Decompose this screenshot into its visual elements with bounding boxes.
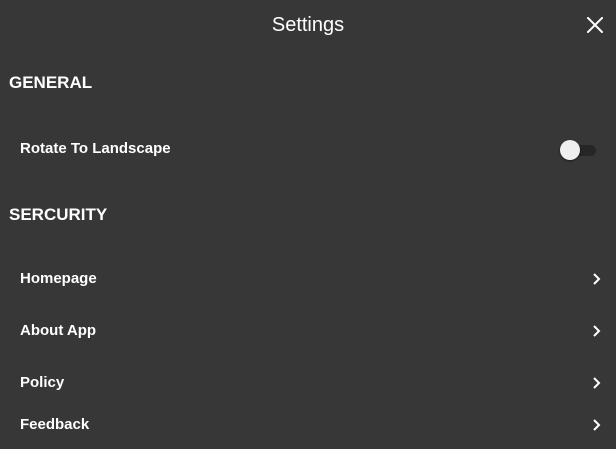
settings-item-label: Feedback (20, 416, 90, 433)
close-button[interactable] (582, 12, 608, 38)
settings-item-label: Policy (20, 374, 65, 391)
page-title: Settings (271, 14, 345, 36)
rotate-landscape-row: Rotate To Landscape (0, 125, 616, 173)
close-icon (587, 17, 603, 33)
rotate-landscape-label: Rotate To Landscape (20, 140, 171, 157)
section-title-general: GENERAL (9, 73, 93, 92)
rotate-landscape-toggle[interactable] (560, 139, 596, 161)
header-bar: Settings (0, 0, 616, 52)
chevron-right-icon (593, 419, 601, 431)
chevron-right-icon (593, 377, 601, 389)
chevron-right-icon (593, 325, 601, 337)
settings-item-about-app[interactable]: About App (0, 307, 616, 355)
settings-screen: Settings GENERAL Rotate To Landscape SER… (0, 0, 616, 449)
settings-item-feedback[interactable]: Feedback (0, 401, 616, 449)
section-title-security: SERCURITY (9, 205, 108, 224)
settings-item-homepage[interactable]: Homepage (0, 255, 616, 303)
settings-item-policy[interactable]: Policy (0, 359, 616, 407)
settings-item-label: Homepage (20, 270, 97, 287)
settings-item-label: About App (20, 322, 97, 339)
toggle-knob (560, 140, 580, 160)
chevron-right-icon (593, 273, 601, 285)
